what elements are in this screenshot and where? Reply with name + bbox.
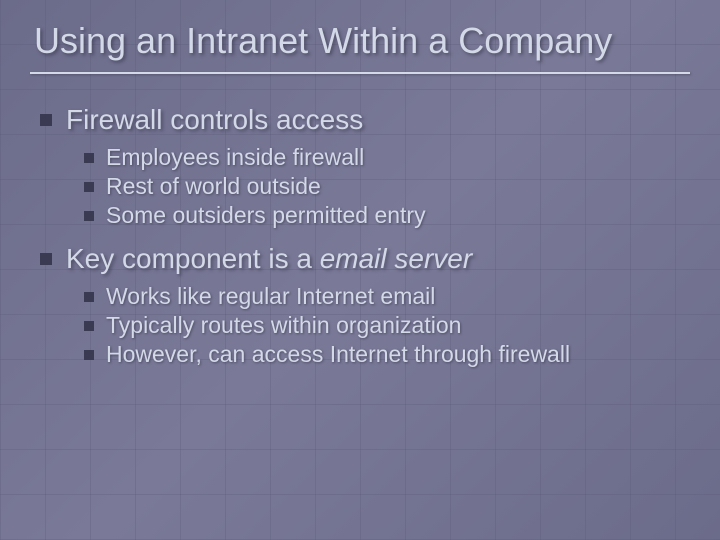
list-item: Employees inside firewall [106, 144, 364, 171]
square-bullet-icon [84, 321, 94, 331]
square-bullet-icon [84, 292, 94, 302]
section-heading: Key component is a email server [66, 243, 472, 275]
square-bullet-icon [40, 253, 52, 265]
slide-content: Firewall controls access Employees insid… [30, 104, 690, 368]
section-heading: Firewall controls access [66, 104, 363, 136]
list-item: Some outsiders permitted entry [106, 202, 426, 229]
bullet-level2: Rest of world outside [84, 173, 690, 200]
bullet-level2: Employees inside firewall [84, 144, 690, 171]
square-bullet-icon [84, 211, 94, 221]
list-item: Rest of world outside [106, 173, 321, 200]
square-bullet-icon [84, 153, 94, 163]
bullet-level2: However, can access Internet through fir… [84, 341, 690, 368]
title-underline [30, 72, 690, 74]
bullet-level2: Works like regular Internet email [84, 283, 690, 310]
slide-title: Using an Intranet Within a Company [30, 20, 690, 62]
list-item: Typically routes within organization [106, 312, 461, 339]
section-1: Firewall controls access Employees insid… [40, 104, 690, 229]
bullet-level2: Typically routes within organization [84, 312, 690, 339]
list-item: Works like regular Internet email [106, 283, 435, 310]
list-item: However, can access Internet through fir… [106, 341, 570, 368]
square-bullet-icon [84, 350, 94, 360]
bullet-level1: Firewall controls access [40, 104, 690, 136]
bullet-level1: Key component is a email server [40, 243, 690, 275]
section-2: Key component is a email server Works li… [40, 243, 690, 368]
heading-italic: email server [320, 243, 472, 274]
bullet-level2: Some outsiders permitted entry [84, 202, 690, 229]
heading-prefix: Key component is a [66, 243, 320, 274]
slide-container: Using an Intranet Within a Company Firew… [0, 0, 720, 540]
square-bullet-icon [40, 114, 52, 126]
square-bullet-icon [84, 182, 94, 192]
